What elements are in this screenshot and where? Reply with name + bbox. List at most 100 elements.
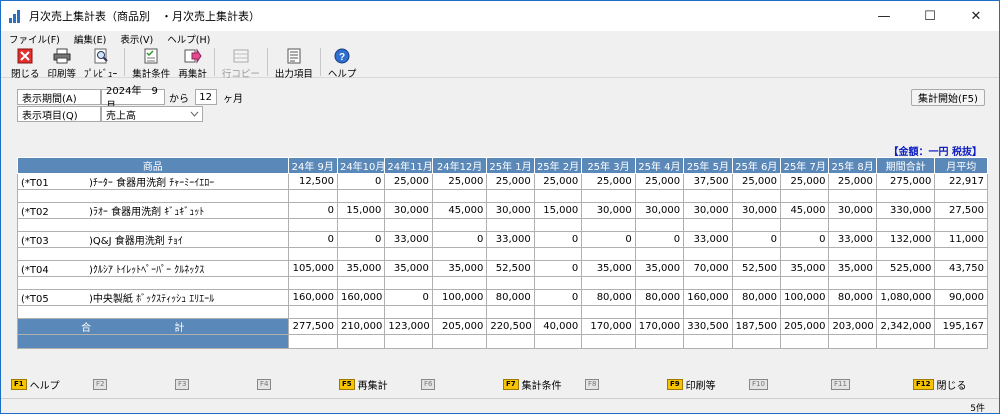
column-header: 25年 3月 [581,157,636,174]
value-cell: 37,500 [683,173,733,190]
empty-cell [486,218,535,232]
fkey-f12[interactable]: F12 閉じる [913,377,967,392]
value-cell: 25,000 [486,173,535,190]
total-cell: 40,000 [533,318,583,335]
fkey-cap: F7 [503,378,519,390]
menu-view[interactable]: 表示(V) [120,32,153,46]
value-cell: 52,500 [731,260,782,277]
preview-button[interactable]: ﾌﾟﾚﾋﾞｭｰ [80,46,121,80]
empty-cell [634,276,685,290]
empty-cell [875,276,936,290]
product-name: )中央製紙 ﾎﾞｯｸｽﾃｨｯｼｭ ｴﾘｴｰﾙ [89,294,215,305]
fkey-f6[interactable]: F6 [421,378,438,390]
value-cell: 33,000 [683,231,733,248]
empty-cell [779,276,830,290]
start-aggregate-button[interactable]: 集計開始(F5) [911,89,985,106]
total-cell: 2,342,000 [875,318,936,335]
value-cell: 525,000 [875,260,936,277]
product-name: )ﾗｵｰ 食器用洗剤 ｷﾞｭｷﾞｭｯﾄ [89,207,205,218]
spacer-row [17,247,988,261]
fkey-label: ヘルプ [29,380,60,392]
output-items-button[interactable]: 出力項目 [271,46,317,80]
fkey-cap: F8 [585,378,600,390]
menu-edit[interactable]: 編集(E) [74,32,106,46]
year-month-input[interactable]: 2024年 9月 [101,86,165,112]
column-header: 24年10月 [336,157,386,174]
close-window-button[interactable]: ✕ [953,1,999,31]
amount-unit-note: 【金額：一円 税抜】 [888,147,982,158]
value-cell: 105,000 [287,260,338,277]
table-row[interactable]: (*T02)ﾗｵｰ 食器用洗剤 ｷﾞｭｷﾞｭｯﾄ 0 15,000 30,000 45,… [17,202,988,219]
close-button[interactable]: 閉じる [7,46,44,80]
list-icon [287,48,301,64]
value-cell: 15,000 [533,202,583,219]
empty-cell [17,276,289,290]
total-cell: 210,000 [336,318,386,335]
value-cell: 11,000 [934,231,988,248]
product-cell: (*T01)ﾁｰﾀｰ 食器用洗剤 ﾁｬｰﾐｰｲｴﾛｰ [17,173,289,190]
status-bar: 5件 [1,398,999,414]
value-cell: 30,000 [486,202,535,219]
toolbar: 閉じる 印刷等 ﾌﾟﾚﾋﾞｭｰ 集計条件 再集計 行コピー 出力項目 ? ヘルプ [1,46,999,80]
fkey-label: 再集計 [357,380,388,392]
print-button[interactable]: 印刷等 [44,46,81,80]
empty-cell [731,218,782,232]
months-input[interactable]: 12 [195,89,217,105]
fkey-f1[interactable]: F1 ヘルプ [11,377,60,392]
chart-app-icon [9,9,23,23]
column-header: 25年 4月 [634,157,685,174]
fkey-f7[interactable]: F7 集計条件 [503,377,562,392]
menu-file[interactable]: ファイル(F) [9,32,60,46]
empty-cell [287,305,338,319]
table-row[interactable]: (*T04)ｸﾙｼｱ ﾄｲﾚｯﾄﾍﾟｰﾊﾟｰ ｸﾙﾈｯｸｽ 105,000 35,0… [17,260,988,277]
empty-cell [533,305,583,319]
empty-cell [828,334,877,349]
fkey-cap: F2 [93,378,108,390]
fkey-f8[interactable]: F8 [585,378,602,390]
column-header: 24年 9月 [287,157,338,174]
fkey-f4[interactable]: F4 [257,378,274,390]
fkey-f11[interactable]: F11 [831,378,853,390]
product-code: (*T03 [21,236,49,247]
empty-cell [934,218,988,232]
toolbar-separator [266,48,268,76]
value-cell: 25,000 [634,173,685,190]
value-cell: 90,000 [934,289,988,306]
empty-cell [683,218,733,232]
fkey-f9[interactable]: F9 印刷等 [667,377,716,392]
table-row[interactable]: (*T03)Q&J 食器用洗剤 ﾁｮｲ 0 0 33,000 0 33,000 0 0 0 33,… [17,231,988,248]
item-select[interactable]: 売上高 [101,106,203,122]
table-row[interactable]: (*T01)ﾁｰﾀｰ 食器用洗剤 ﾁｬｰﾐｰｲｴﾛｰ 12,500 0 25,000 2… [17,173,988,190]
menu-bar: ファイル(F) 編集(E) 表示(V) ヘルプ(H) [1,32,999,46]
fkey-f10[interactable]: F10 [749,378,771,390]
header-row: 商品 24年 9月 24年10月 24年11月 24年12月 25年 1月 25年 2月 25… [17,157,988,174]
empty-cell [384,305,433,319]
empty-cell [384,218,433,232]
menu-help[interactable]: ヘルプ(H) [167,32,210,46]
record-count: 5件 [970,404,985,414]
empty-cell [431,218,488,232]
fkey-f5[interactable]: F5 再集計 [339,377,388,392]
fkey-f3[interactable]: F3 [175,378,192,390]
column-header: 25年 6月 [731,157,782,174]
empty-cell [287,189,338,203]
empty-cell [683,305,733,319]
recalc-button[interactable]: 再集計 [174,46,211,80]
maximize-button[interactable]: ☐ [907,1,953,31]
row-copy-button[interactable]: 行コピー [218,46,264,80]
empty-row [17,334,988,349]
conditions-button[interactable]: 集計条件 [128,46,174,80]
fkey-f2[interactable]: F2 [93,378,110,390]
empty-cell [634,218,685,232]
empty-cell [384,189,433,203]
value-cell: 0 [287,231,338,248]
total-cell: 203,000 [828,318,877,335]
value-cell: 33,000 [384,231,433,248]
empty-cell [533,218,583,232]
empty-cell [431,189,488,203]
help-button[interactable]: ? ヘルプ [324,46,361,80]
table-row[interactable]: (*T05)中央製紙 ﾎﾞｯｸｽﾃｨｯｼｭ ｴﾘｴｰﾙ 160,000 160,00… [17,289,988,306]
value-cell: 160,000 [336,289,386,306]
minimize-button[interactable]: — [861,1,907,31]
value-cell: 25,000 [431,173,488,190]
